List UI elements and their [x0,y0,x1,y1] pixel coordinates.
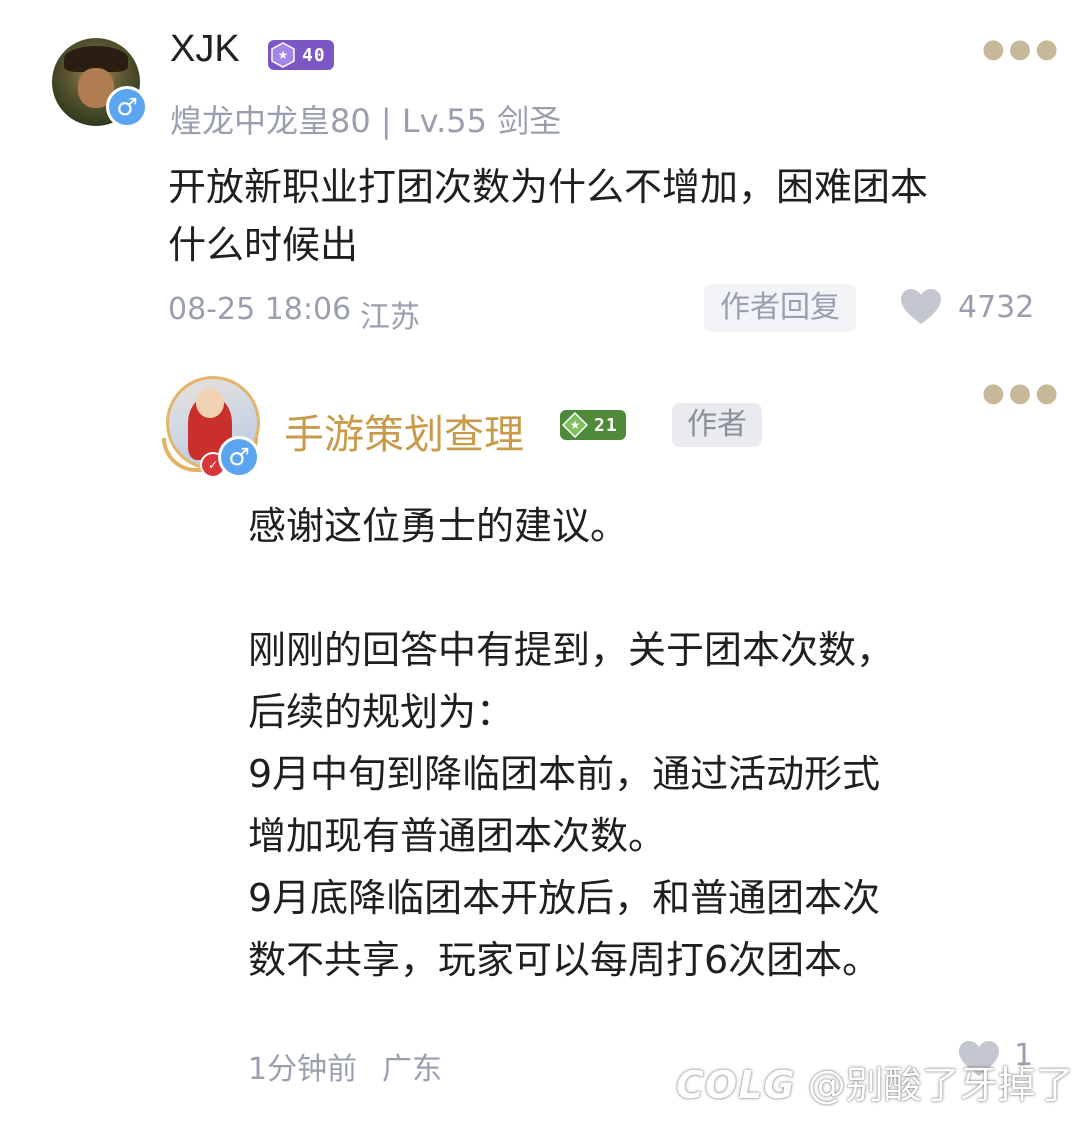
comment-location: 江苏 [360,300,420,335]
level-gem-icon: ★ [268,40,298,70]
gender-male-icon: ♂ [218,436,260,478]
watermark-handle: @别酸了牙掉了 [807,1063,1074,1107]
level-badge: ★ 21 [560,410,626,440]
like-heart-icon[interactable] [900,288,942,326]
reply-text: 感谢这位勇士的建议。 刚刚的回答中有提到，关于团本次数，后续的规划为： 9月中旬… [248,504,895,982]
svg-text:★: ★ [570,418,581,432]
more-dots-icon[interactable]: ●●● [982,378,1062,408]
reply-username[interactable]: 手游策划查理 [284,402,524,460]
user-subtitle: 煌龙中龙皇80 | Lv.55 剑圣 [170,102,562,140]
author-tag: 作者 [672,403,762,447]
comment-username[interactable]: XJK [170,28,240,71]
level-gem-icon: ★ [560,410,590,440]
comment-time: 08-25 18:06 [168,292,352,327]
reply-location: 广东 [382,1052,442,1087]
gender-male-icon: ♂ [106,86,148,128]
svg-text:★: ★ [278,48,289,62]
comment-text: 开放新职业打团次数为什么不增加，困难团本什么时候出 [168,165,929,267]
level-badge: ★ 40 [268,40,334,70]
colg-logo: COLG [676,1063,796,1107]
more-dots-icon[interactable]: ●●● [982,34,1062,64]
reply-time: 1分钟前 [248,1052,358,1087]
like-count: 4732 [958,290,1035,325]
author-reply-tag[interactable]: 作者回复 [704,284,856,332]
watermark: COLG @别酸了牙掉了 [676,1054,1074,1109]
